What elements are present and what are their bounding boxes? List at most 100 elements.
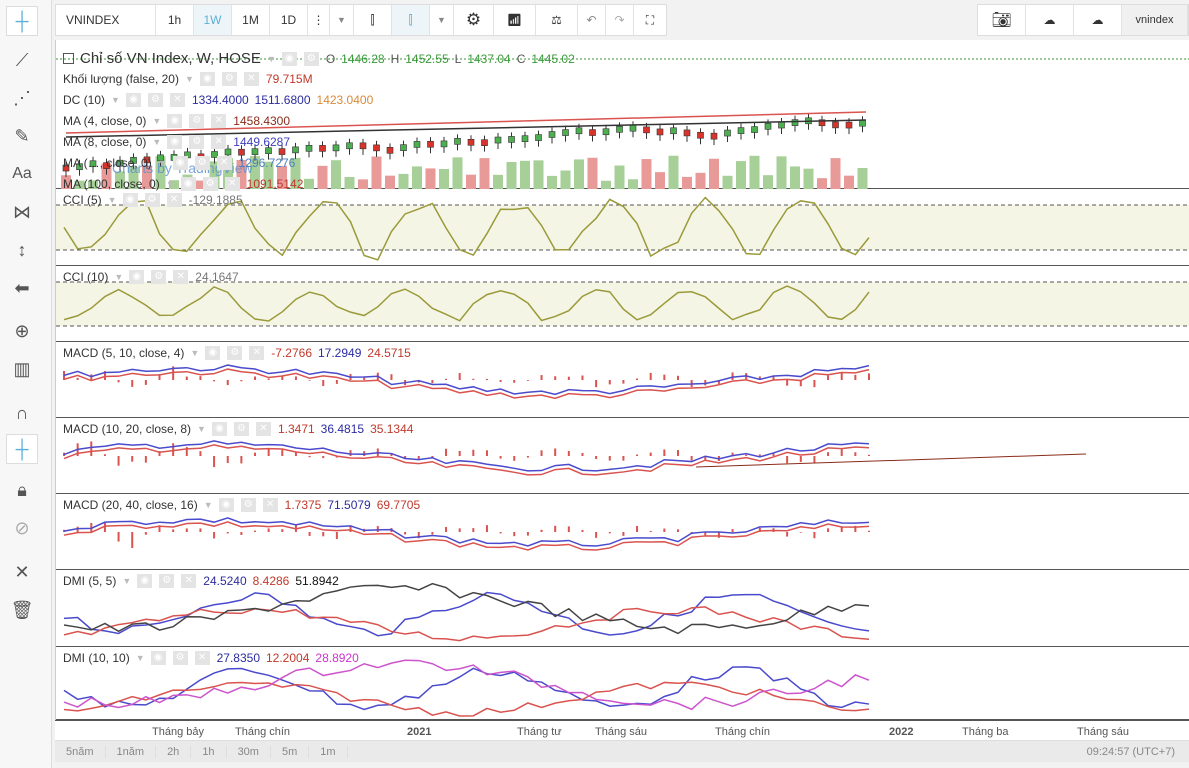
close-icon[interactable]: ✕ [169,93,185,107]
gear-icon[interactable]: ⚙ [172,651,188,665]
indicator-pane[interactable]: DMI (10, 10) ▼ ◉ ⚙ ✕ 27.8350 12.2004 28.8920 [56,647,1189,720]
close-icon[interactable]: ✕ [211,114,227,128]
gear-icon[interactable]: ⚙ [144,193,160,207]
chevron-down-icon[interactable]: ▼ [330,5,354,35]
chevron-down-icon[interactable]: ▼ [197,424,206,434]
range-button[interactable]: 1năm [106,745,157,758]
main-indicator-legend[interactable]: MA (4, close, 0) ▼ ◉ ⚙ ✕ 1458.4300 [63,114,290,128]
brush-icon[interactable]: ✎ [6,121,38,151]
chevron-down-icon[interactable]: ▼ [430,5,454,35]
back-arrow-icon[interactable]: ⬅ [6,273,38,303]
chevron-down-icon[interactable]: ▼ [136,653,145,663]
chevron-down-icon[interactable]: ▼ [122,576,131,586]
eye-icon[interactable]: ◉ [211,422,227,436]
fib-icon[interactable]: ⋰ [6,83,38,113]
hide-icon[interactable]: ⊘ [6,513,38,543]
chevron-down-icon[interactable]: ▼ [166,179,175,189]
gear-icon[interactable]: ⚙ [233,422,249,436]
measure-icon[interactable]: ↕ [6,235,38,265]
range-button[interactable]: 2h [156,745,192,758]
camera-icon[interactable]: 📷︎ [978,5,1026,35]
eye-icon[interactable]: ◉ [218,498,234,512]
indicator-pane[interactable]: DMI (5, 5) ▼ ◉ ⚙ ✕ 24.5240 8.4286 51.8942 [56,570,1189,647]
eye-icon[interactable]: ◉ [129,270,145,284]
undo-icon[interactable]: ↶ [578,5,606,35]
eye-icon[interactable]: ◉ [122,193,138,207]
eye-icon[interactable]: ◉ [180,177,196,191]
interval-1d[interactable]: 1D [270,5,308,35]
symbol-input[interactable]: VNINDEX [56,5,156,35]
chevron-down-icon[interactable]: ▼ [114,272,123,282]
gear-icon[interactable]: ⚙ [147,93,163,107]
interval-1h[interactable]: 1h [156,5,194,35]
gear-icon[interactable]: ⚙ [159,574,175,588]
chevron-down-icon[interactable]: ▼ [152,137,161,147]
main-indicator-legend[interactable]: DC (10) ▼ ◉ ⚙ ✕ 1334.4000 1511.6800 1423.0400 [63,93,373,107]
close-icon[interactable]: ✕ [255,422,271,436]
gear-icon[interactable]: ⚙ [240,498,256,512]
gear-icon[interactable]: ⚙ [189,135,205,149]
cloud-load-icon[interactable]: ☁ [1026,5,1074,35]
chevron-down-icon[interactable]: ▼ [190,348,199,358]
close-icon[interactable]: ✕ [166,193,182,207]
indicator-pane[interactable]: MACD (5, 10, close, 4) ▼ ◉ ⚙ ✕ -7.2766 17.2949… [56,342,1189,418]
compare-icon[interactable]: ⚖ [536,5,578,35]
main-indicator-legend[interactable]: Khối lượng (false, 20) ▼ ◉ ⚙ ✕ 79.715M [63,72,313,86]
chevron-down-icon[interactable]: ▼ [158,158,167,168]
chevron-down-icon[interactable]: ▼ [108,195,117,205]
zoom-in-icon[interactable]: ⊕ [6,316,38,346]
fullscreen-icon[interactable]: ⛶ [634,5,666,35]
crosshair-icon[interactable]: ┼ [6,6,38,36]
candles-icon[interactable]: ⫿ [354,5,392,35]
close-icon[interactable]: ✕ [216,156,232,170]
eye-icon[interactable]: ◉ [281,51,297,66]
cursor-lock-icon[interactable]: ┼ [6,434,38,464]
pattern-icon[interactable]: ⋈ [6,197,38,227]
gear-icon[interactable]: ⚙ [303,51,319,66]
main-pane[interactable]: Chỉ số VN Index, W, HOSE ▼ ◉ ⚙ O 1446.28 H1… [56,40,1189,191]
gear-icon[interactable]: ⚙ [194,156,210,170]
chart-area[interactable]: Chỉ số VN Index, W, HOSE ▼ ◉ ⚙ O 1446.28 H1… [55,40,1189,720]
redo-icon[interactable]: ↷ [606,5,634,35]
close-icon[interactable]: ✕ [173,270,189,284]
indicator-pane[interactable]: MACD (10, 20, close, 8) ▼ ◉ ⚙ ✕ 1.3471 36.4815… [56,418,1189,494]
user-button[interactable]: vnindex [1122,5,1188,35]
lock-icon[interactable]: 🔒︎ [6,475,38,505]
tools-icon[interactable]: ✕ [6,557,38,587]
range-button[interactable]: 30m [227,745,271,758]
chevron-down-icon[interactable]: ▼ [204,500,213,510]
magnet-icon[interactable]: ∩ [6,398,38,428]
close-icon[interactable]: ✕ [194,651,210,665]
gear-icon[interactable]: ⚙ [221,72,237,86]
chart-type-icon[interactable]: ⫿ [392,5,430,35]
close-icon[interactable]: ✕ [224,177,240,191]
main-indicator-legend[interactable]: MA (…, close, 0) ▼ ◉ ⚙ ✕ 1296.7276 [63,156,295,170]
gear-icon[interactable]: ⚙ [202,177,218,191]
indicator-pane[interactable]: CCI (10) ▼ ◉ ⚙ ✕ 24.1647 [56,266,1189,342]
cloud-save-icon[interactable]: ☁ [1074,5,1122,35]
eye-icon[interactable]: ◉ [125,93,141,107]
range-button[interactable]: 1h [191,745,227,758]
close-icon[interactable]: ✕ [211,135,227,149]
interval-1w[interactable]: 1W [194,5,232,35]
gear-icon[interactable]: ⚙ [151,270,167,284]
chevron-down-icon[interactable]: ▼ [111,95,120,105]
text-tool-icon[interactable]: Aa [6,159,38,189]
more-intervals-icon[interactable]: ⋮ [308,5,330,35]
close-icon[interactable]: ✕ [181,574,197,588]
collapse-icon[interactable] [63,53,74,64]
trend-line-icon[interactable]: ⟋ [6,45,38,75]
eye-icon[interactable]: ◉ [172,156,188,170]
chevron-down-icon[interactable]: ▼ [152,116,161,126]
indicator-pane[interactable]: CCI (5) ▼ ◉ ⚙ ✕ -129.1885 [56,189,1189,266]
range-button[interactable]: 5năm [55,745,106,758]
eye-icon[interactable]: ◉ [150,651,166,665]
gear-icon[interactable]: ⚙ [189,114,205,128]
gear-icon[interactable]: ⚙ [454,5,494,35]
interval-1m[interactable]: 1M [232,5,270,35]
close-icon[interactable]: ✕ [249,346,265,360]
eye-icon[interactable]: ◉ [199,72,215,86]
eye-icon[interactable]: ◉ [205,346,221,360]
close-icon[interactable]: ✕ [243,72,259,86]
range-button[interactable]: 1m [309,745,348,758]
